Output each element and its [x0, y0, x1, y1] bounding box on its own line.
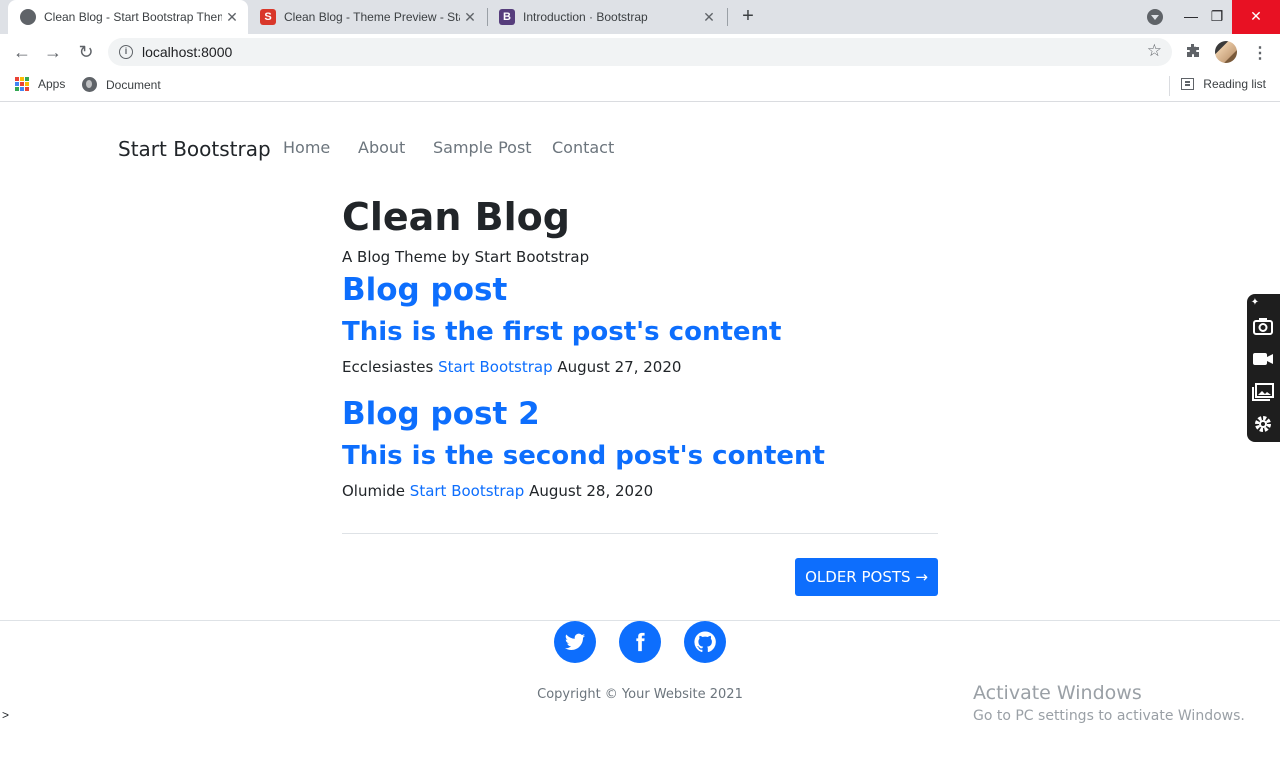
tab-title: Clean Blog - Theme Preview - Start Boots… — [284, 10, 460, 24]
settings-gear-icon[interactable] — [1252, 413, 1274, 435]
bookmarks-bar: Apps Document Reading list — [0, 70, 1280, 102]
close-tab-icon[interactable]: ✕ — [460, 9, 480, 26]
nav-link-home[interactable]: Home — [283, 138, 330, 157]
address-bar[interactable]: i localhost:8000 ☆ — [108, 38, 1172, 66]
bookmark-label: Document — [106, 77, 161, 92]
globe-icon — [82, 77, 97, 92]
tab-theme-preview[interactable]: S Clean Blog - Theme Preview - Start Boo… — [248, 0, 486, 34]
post-author: Ecclesiastes — [342, 358, 434, 376]
bookmark-document[interactable]: Document — [82, 77, 161, 92]
extensions-icon[interactable] — [1185, 43, 1201, 64]
tab-title: Introduction · Bootstrap — [523, 10, 648, 24]
browser-menu-icon[interactable]: ⋮ — [1252, 43, 1268, 63]
reload-icon[interactable]: ↻ — [74, 41, 98, 63]
facebook-icon[interactable] — [619, 621, 661, 663]
video-camera-icon[interactable] — [1252, 348, 1274, 370]
post-date: August 28, 2020 — [529, 482, 654, 500]
twitter-icon[interactable] — [554, 621, 596, 663]
main-content: Clean Blog A Blog Theme by Start Bootstr… — [342, 191, 938, 501]
new-tab-icon[interactable]: + — [737, 5, 759, 27]
github-icon[interactable] — [684, 621, 726, 663]
post-preview: Blog post 2 This is the second post's co… — [342, 393, 938, 501]
profile-avatar[interactable] — [1215, 41, 1237, 63]
close-tab-icon[interactable]: ✕ — [222, 9, 242, 26]
tab-bootstrap-intro[interactable]: B Introduction · Bootstrap ✕ — [487, 0, 725, 34]
post-date: August 27, 2020 — [557, 358, 682, 376]
post-author: Olumide — [342, 482, 406, 500]
navbar-brand[interactable]: Start Bootstrap — [118, 137, 271, 161]
camera-icon[interactable] — [1252, 315, 1274, 337]
nav-link-contact[interactable]: Contact — [552, 138, 614, 157]
back-icon[interactable]: ← — [10, 41, 34, 63]
post-author-link[interactable]: Start Bootstrap — [410, 482, 525, 500]
divider — [342, 533, 938, 534]
post-meta: Olumide Start Bootstrap August 28, 2020 — [342, 481, 938, 501]
capture-toolbar-widget: ✦ — [1247, 294, 1280, 442]
site-info-icon[interactable]: i — [119, 45, 133, 59]
post-subtitle-link[interactable]: This is the second post's content — [342, 437, 938, 475]
post-author-link[interactable]: Start Bootstrap — [438, 358, 553, 376]
globe-icon — [20, 9, 36, 25]
windows-activation-watermark: Activate Windows Go to PC settings to ac… — [973, 681, 1245, 727]
reading-list-button[interactable]: Reading list — [1181, 77, 1266, 91]
post-preview: Blog post This is the first post's conte… — [342, 269, 938, 377]
older-posts-button[interactable]: OLDER POSTS → — [795, 558, 938, 596]
page-title: Clean Blog — [342, 195, 570, 239]
tab-clean-blog[interactable]: Clean Blog - Start Bootstrap Theme ✕ — [8, 0, 248, 34]
start-bootstrap-favicon-icon: S — [260, 9, 276, 25]
console-caret: > — [2, 708, 10, 722]
bookmark-star-icon[interactable]: ☆ — [1147, 41, 1162, 61]
post-title-link[interactable]: Blog post — [342, 269, 938, 311]
tab-separator — [727, 8, 728, 26]
forward-icon[interactable]: → — [41, 41, 65, 63]
tab-search-icon[interactable] — [1147, 9, 1163, 25]
nav-link-about[interactable]: About — [358, 138, 405, 157]
activate-subtitle: Go to PC settings to activate Windows. — [973, 708, 1245, 724]
apps-grid-icon — [15, 77, 29, 91]
reading-list-icon — [1181, 78, 1195, 90]
page-subtitle: A Blog Theme by Start Bootstrap — [342, 248, 590, 266]
web-page: Start Bootstrap Home About Sample Post C… — [0, 103, 1280, 757]
reading-list-label: Reading list — [1203, 77, 1266, 91]
gallery-icon[interactable] — [1252, 381, 1274, 403]
bootstrap-favicon-icon: B — [499, 9, 515, 25]
url-text: localhost:8000 — [142, 44, 233, 60]
activate-title: Activate Windows — [973, 682, 1142, 704]
window-close-icon[interactable]: ✕ — [1232, 0, 1280, 34]
post-title-link[interactable]: Blog post 2 — [342, 393, 938, 435]
post-meta: Ecclesiastes Start Bootstrap August 27, … — [342, 357, 938, 377]
bookmark-label: Apps — [38, 77, 66, 91]
nav-link-sample-post[interactable]: Sample Post — [433, 138, 532, 157]
bookmark-apps[interactable]: Apps — [15, 77, 65, 91]
post-subtitle-link[interactable]: This is the first post's content — [342, 313, 938, 351]
browser-tab-bar: Clean Blog - Start Bootstrap Theme ✕ S C… — [0, 0, 1280, 34]
close-tab-icon[interactable]: ✕ — [699, 9, 719, 26]
bookmark-divider — [1169, 76, 1170, 96]
tab-title: Clean Blog - Start Bootstrap Theme — [44, 10, 222, 24]
pin-icon[interactable]: ✦ — [1249, 296, 1261, 308]
restore-icon[interactable]: ❐ — [1198, 0, 1236, 34]
